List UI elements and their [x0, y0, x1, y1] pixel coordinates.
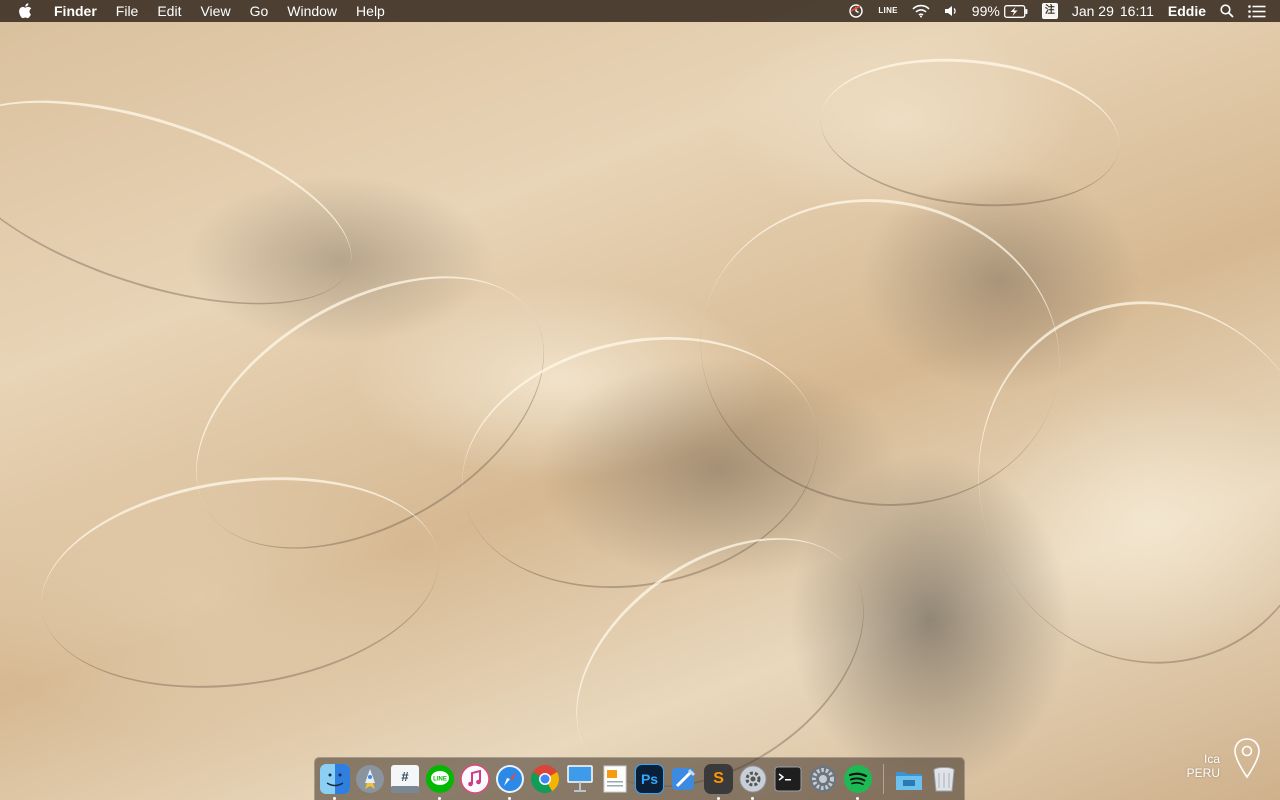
- keynote-icon[interactable]: [565, 764, 595, 794]
- menu-view[interactable]: View: [200, 0, 230, 22]
- menu-file[interactable]: File: [116, 0, 139, 22]
- finder-icon[interactable]: [320, 764, 350, 800]
- safari-icon[interactable]: [495, 764, 525, 800]
- dock-separator: [883, 764, 884, 794]
- slack-icon[interactable]: #: [390, 764, 420, 794]
- sublime-icon[interactable]: S: [704, 764, 734, 800]
- volume-icon[interactable]: [944, 4, 958, 18]
- utility-icon[interactable]: [738, 764, 768, 800]
- launchpad-icon[interactable]: [355, 764, 385, 794]
- photoshop-icon[interactable]: Ps: [635, 764, 665, 794]
- svg-text:LINE: LINE: [433, 777, 447, 783]
- menu-help[interactable]: Help: [356, 0, 385, 22]
- chrome-icon[interactable]: [530, 764, 560, 794]
- wallpaper-dune: [813, 44, 1127, 221]
- menubar-time[interactable]: 16:11: [1120, 0, 1154, 22]
- wallpaper-location: Ica PERU: [1178, 752, 1220, 780]
- xcode-icon[interactable]: [669, 764, 699, 794]
- menu-app-name[interactable]: Finder: [54, 0, 97, 22]
- line-icon[interactable]: LINE: [425, 764, 455, 800]
- line-status-icon[interactable]: LINE: [878, 0, 897, 22]
- svg-text:#: #: [401, 769, 409, 784]
- battery-charging-icon[interactable]: [1003, 4, 1028, 18]
- menu-go[interactable]: Go: [250, 0, 269, 22]
- input-method-label: 注: [1041, 3, 1058, 19]
- preferences-icon[interactable]: [808, 764, 838, 794]
- pages-icon[interactable]: [600, 764, 630, 794]
- menu-bar: Finder File Edit View Go Window Help LIN…: [0, 0, 1280, 22]
- menubar-date[interactable]: Jan 29: [1072, 0, 1114, 22]
- spotlight-search-icon[interactable]: [1220, 4, 1234, 18]
- location-pin-icon[interactable]: [1232, 737, 1262, 786]
- time-machine-icon[interactable]: [848, 3, 864, 19]
- desktop: Finder File Edit View Go Window Help LIN…: [0, 0, 1280, 800]
- menu-window[interactable]: Window: [287, 0, 337, 22]
- wallpaper-location-city: Ica: [1203, 752, 1220, 766]
- apple-logo-icon[interactable]: [18, 3, 34, 19]
- photoshop-label: Ps: [640, 771, 659, 787]
- battery-percentage[interactable]: 99%: [972, 0, 1000, 22]
- menu-edit[interactable]: Edit: [157, 0, 181, 22]
- dock: # LINE Ps S: [314, 757, 965, 800]
- menubar-user-name[interactable]: Eddie: [1168, 0, 1206, 22]
- spotify-icon[interactable]: [843, 764, 873, 800]
- folder-icon[interactable]: [894, 764, 924, 794]
- itunes-icon[interactable]: [460, 764, 490, 794]
- terminal-icon[interactable]: [773, 764, 803, 794]
- sublime-label: S: [713, 770, 724, 787]
- wallpaper-dune: [0, 59, 376, 346]
- notification-center-icon[interactable]: [1248, 4, 1266, 18]
- wallpaper-location-country: PERU: [1186, 766, 1220, 780]
- wifi-icon[interactable]: [912, 4, 930, 18]
- input-method-icon[interactable]: 注: [1041, 3, 1058, 19]
- trash-icon[interactable]: [929, 764, 959, 794]
